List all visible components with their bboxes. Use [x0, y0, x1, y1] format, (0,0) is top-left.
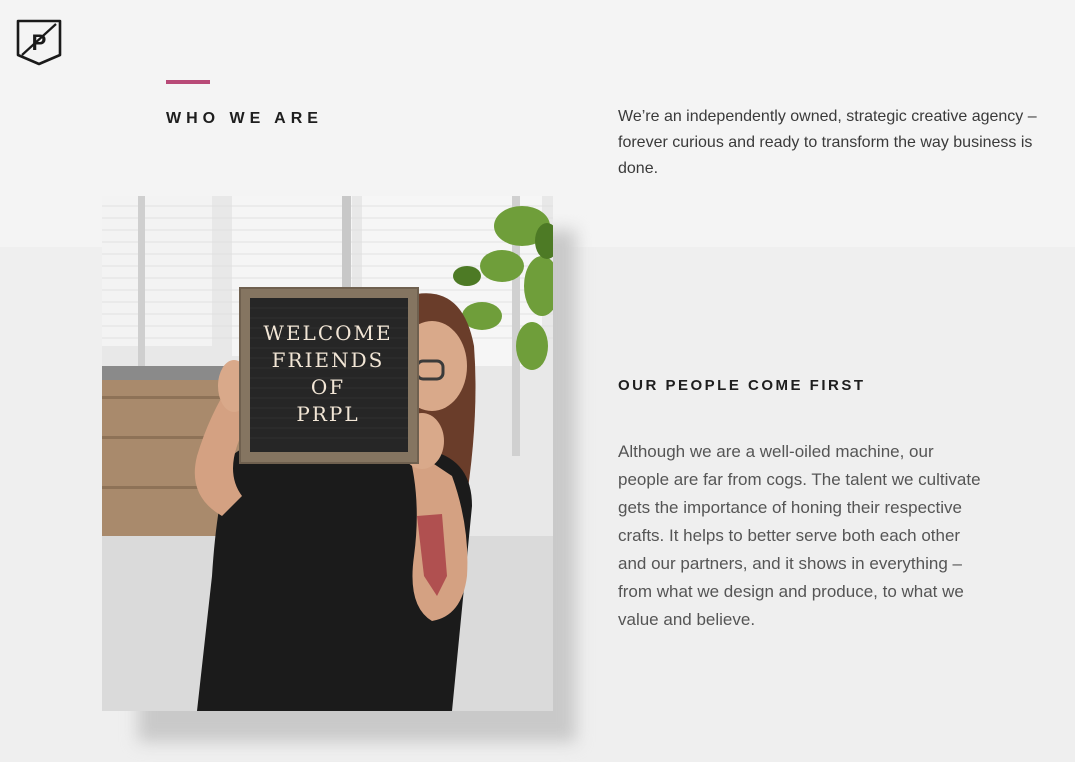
intro-paragraph: We’re an independently owned, strategic … [618, 108, 1037, 177]
prpl-shield-logo-icon[interactable]: P [16, 19, 62, 66]
heading-accent-line [166, 80, 210, 84]
sign-line: PRPL [296, 402, 360, 426]
who-we-are-heading: WHO WE ARE [166, 110, 323, 127]
team-photo: WELCOME FRIENDS OF PRPL [102, 196, 553, 711]
sign-line: FRIENDS [271, 348, 385, 372]
sign-line: WELCOME [263, 321, 393, 345]
sign-line: OF [310, 375, 346, 399]
people-first-heading: OUR PEOPLE COME FIRST [618, 377, 866, 394]
people-paragraph: Although we are a well-oiled machine, ou… [618, 442, 981, 629]
logo-letter: P [32, 30, 47, 55]
letterboard-sign-text: WELCOME FRIENDS OF PRPL [248, 320, 408, 428]
